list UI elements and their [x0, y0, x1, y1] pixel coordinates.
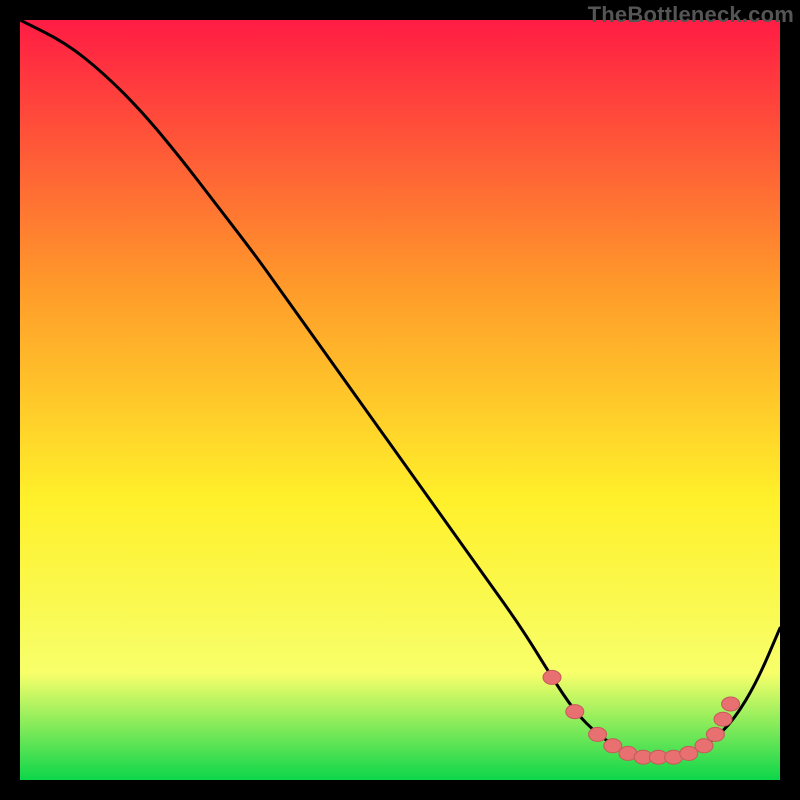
data-dot: [680, 746, 698, 760]
data-dot: [543, 670, 561, 684]
data-dot: [604, 739, 622, 753]
watermark-text: TheBottleneck.com: [588, 2, 794, 28]
gradient-bg: [20, 20, 780, 780]
chart-frame: TheBottleneck.com: [0, 0, 800, 800]
data-dot: [706, 727, 724, 741]
plot-area: [20, 20, 780, 780]
data-dot: [714, 712, 732, 726]
data-dot: [566, 705, 584, 719]
data-dot: [722, 697, 740, 711]
chart-svg: [20, 20, 780, 780]
data-dot: [695, 739, 713, 753]
data-dot: [589, 727, 607, 741]
